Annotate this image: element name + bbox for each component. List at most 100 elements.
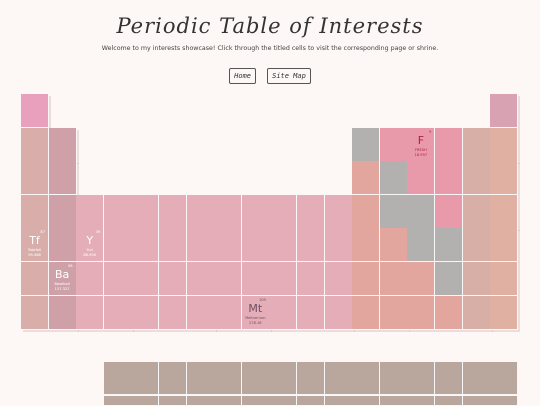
table-cell[interactable] [48,228,77,263]
table-cell[interactable] [241,194,270,229]
table-cell[interactable] [490,161,519,196]
table-cell[interactable] [324,228,353,263]
table-cell[interactable] [379,161,408,196]
table-cell[interactable] [462,262,491,296]
table-cell[interactable] [352,127,381,162]
element-mt[interactable]: 109 Mt Meitnerium 278.16 [241,295,270,330]
table-cell[interactable] [407,262,436,296]
table-cell[interactable] [269,295,298,330]
table-cell[interactable] [379,127,408,162]
table-cell[interactable] [21,262,49,296]
element-tf[interactable]: 87 Tf Taskfall 95.468 [21,228,49,263]
table-cell[interactable] [21,295,49,330]
table-cell[interactable] [324,262,353,296]
table-cell[interactable] [462,161,491,196]
table-cell[interactable] [490,127,519,162]
table-cell[interactable] [214,228,243,263]
series-cell[interactable] [407,362,436,395]
table-cell[interactable] [435,262,463,296]
table-cell[interactable] [435,295,463,330]
table-cell[interactable] [435,127,463,162]
table-cell[interactable] [159,295,187,330]
table-cell[interactable] [103,228,132,263]
table-cell[interactable] [103,262,132,296]
table-cell[interactable] [297,194,325,229]
table-cell[interactable] [490,295,519,330]
table-cell[interactable] [462,194,491,229]
table-cell[interactable] [352,161,381,196]
table-cell[interactable] [379,194,408,229]
element-link-tf[interactable]: 87 Tf Taskfall 95.468 [21,228,48,261]
table-cell[interactable] [21,161,49,196]
table-cell[interactable] [407,295,436,330]
table-cell[interactable] [131,262,160,296]
table-cell[interactable] [352,262,381,296]
element-ba[interactable]: 56 Ba Baseball 137.327 [48,262,77,296]
series-cell[interactable] [462,362,491,395]
table-cell[interactable] [324,194,353,229]
table-cell[interactable] [214,295,243,330]
table-cell[interactable] [21,194,49,229]
table-cell[interactable] [490,94,519,128]
table-cell[interactable] [379,295,408,330]
site-map-button[interactable]: Site Map [267,68,311,84]
table-cell[interactable] [435,228,463,263]
series-cell[interactable] [159,362,187,395]
table-cell[interactable] [435,194,463,229]
table-cell[interactable] [435,161,463,196]
table-cell[interactable] [462,295,491,330]
table-cell[interactable] [159,228,187,263]
table-cell[interactable] [407,194,436,229]
series-cell[interactable] [131,362,160,395]
home-button[interactable]: Home [229,68,257,84]
table-cell[interactable] [462,228,491,263]
series-cell[interactable] [241,362,270,395]
table-cell[interactable] [490,228,519,263]
table-cell[interactable] [490,194,519,229]
table-cell[interactable] [103,194,132,229]
table-cell[interactable] [186,228,215,263]
table-cell[interactable] [241,262,270,296]
series-cell[interactable] [352,362,381,395]
table-cell[interactable] [490,262,519,296]
series-cell[interactable] [297,362,325,395]
table-cell[interactable] [48,295,77,330]
table-cell[interactable] [131,228,160,263]
table-cell[interactable] [159,194,187,229]
table-cell[interactable] [269,228,298,263]
table-cell[interactable] [379,262,408,296]
table-cell[interactable] [269,194,298,229]
table-cell[interactable] [186,295,215,330]
table-cell[interactable] [48,127,77,162]
table-cell[interactable] [297,262,325,296]
table-cell[interactable] [21,127,49,162]
table-cell[interactable] [76,194,105,229]
element-link-ba[interactable]: 56 Ba Baseball 137.327 [49,262,76,295]
table-cell[interactable] [297,228,325,263]
series-cell[interactable] [324,362,353,395]
table-cell[interactable] [131,295,160,330]
table-cell[interactable] [462,127,491,162]
table-cell[interactable] [352,228,381,263]
table-cell[interactable] [352,295,381,330]
table-cell[interactable] [324,295,353,330]
element-y[interactable]: 39 Y Yuri 88.906 [76,228,105,263]
series-cell[interactable] [490,362,519,395]
series-cell[interactable] [186,362,215,395]
table-cell[interactable] [48,194,77,229]
table-cell[interactable] [352,194,381,229]
table-cell[interactable] [159,262,187,296]
element-link-f[interactable]: 9 F FRESH 18.997 [407,128,434,161]
series-cell[interactable] [435,362,463,395]
series-cell[interactable] [214,362,243,395]
element-link-mt[interactable]: 109 Mt Meitnerium 278.16 [242,296,269,329]
table-cell[interactable] [214,194,243,229]
element-link-y[interactable]: 39 Y Yuri 88.906 [76,228,103,261]
series-cell[interactable] [379,362,408,395]
table-cell[interactable] [269,262,298,296]
table-cell[interactable] [76,295,105,330]
table-cell[interactable] [297,295,325,330]
table-cell[interactable] [186,194,215,229]
table-cell[interactable] [103,295,132,330]
series-cell[interactable] [103,362,132,395]
